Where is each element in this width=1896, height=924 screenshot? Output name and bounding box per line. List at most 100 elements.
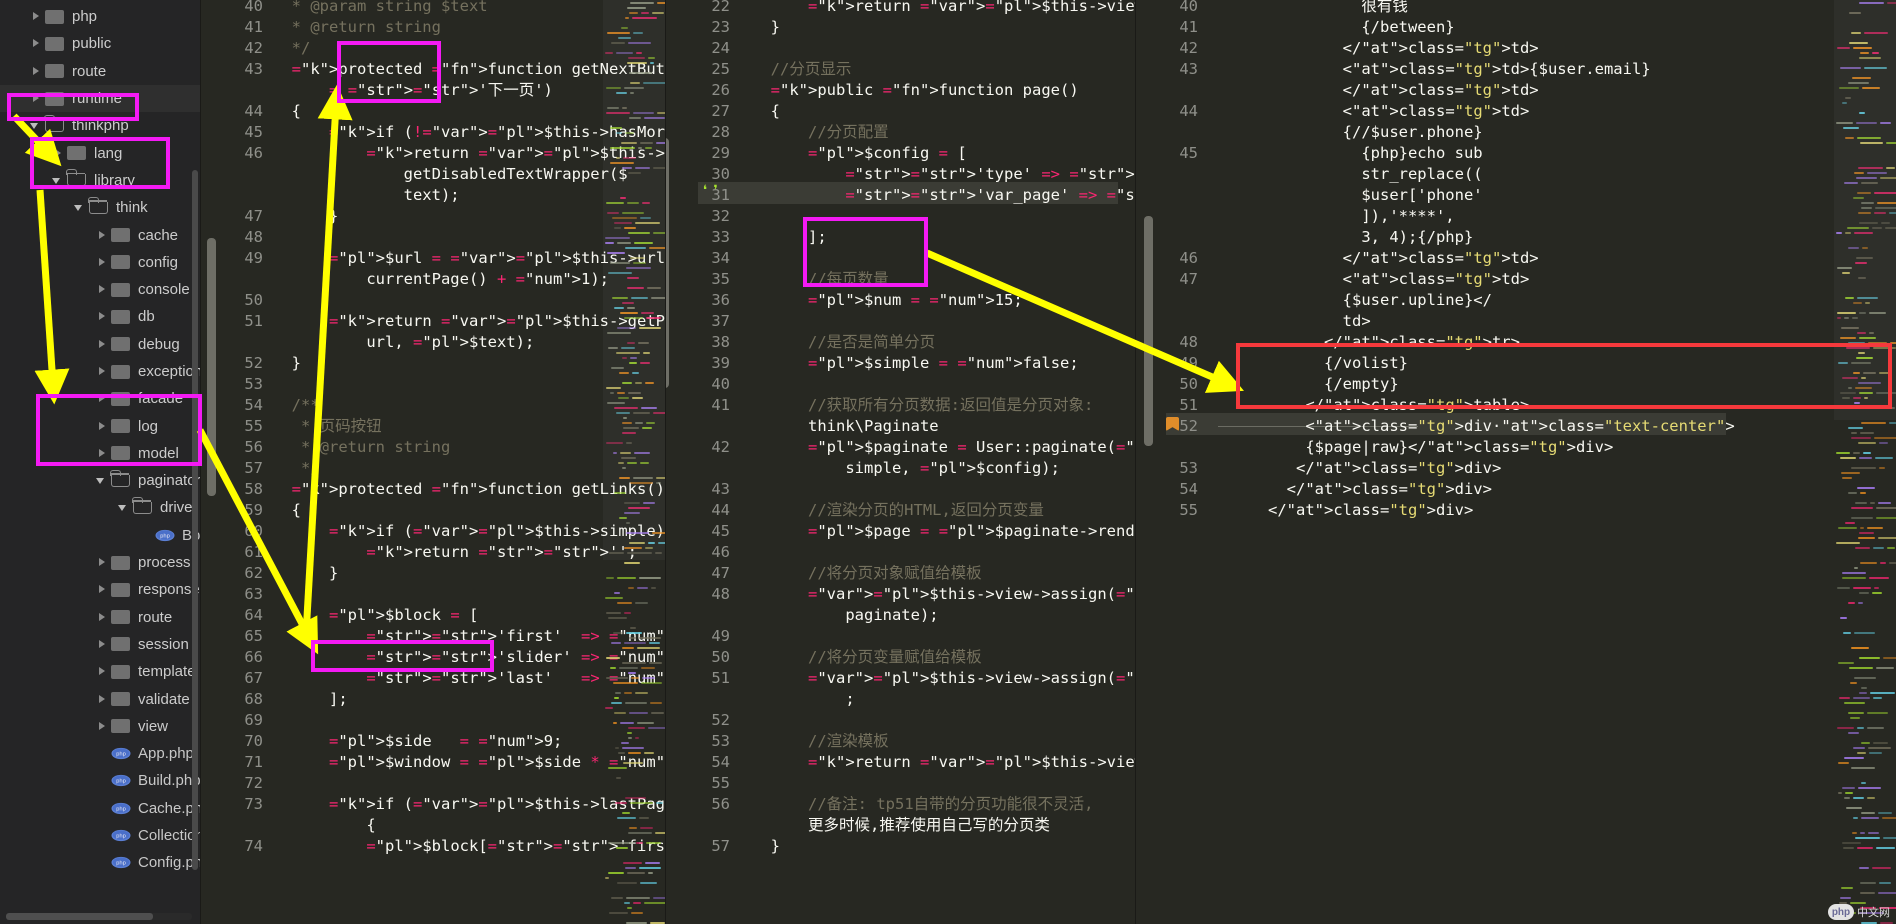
right-pane-scrollbar[interactable] (1144, 216, 1153, 446)
code-line[interactable]: text); (273, 185, 460, 206)
sidebar-item-response[interactable]: response (0, 576, 200, 603)
code-line[interactable]: str_replace(( (1268, 164, 1482, 185)
left-pane-scrollbar[interactable] (207, 238, 216, 496)
chevron-right-icon[interactable] (30, 66, 41, 77)
code-line[interactable]: } (273, 353, 301, 374)
sidebar-item-driver[interactable]: driver (0, 494, 200, 521)
sidebar-item-config[interactable]: config (0, 249, 200, 276)
code-line[interactable]: url, ="pl">$text); (273, 332, 534, 353)
code-line[interactable]: </"at">class="tg">div> (1268, 500, 1473, 521)
sidebar-item-app-php[interactable]: php App.php (0, 740, 200, 767)
code-line[interactable]: 很有钱 (1268, 0, 1408, 17)
sidebar-item-db[interactable]: db (0, 303, 200, 330)
code-line[interactable]: {/between} (1268, 17, 1454, 38)
code-line[interactable]: ="k">return ="var">="pl">$this->view->fe… (752, 752, 1135, 773)
code-line[interactable]: ="var">="pl">$this->view->assign(="str">… (752, 668, 1135, 689)
chevron-right-icon[interactable] (96, 639, 107, 650)
code-line[interactable]: /** (273, 395, 320, 416)
code-line[interactable]: = ="str">="str">'下一页') (273, 80, 553, 101)
sidebar-item-log[interactable]: log (0, 412, 200, 439)
chevron-right-icon[interactable] (96, 584, 107, 595)
code-line[interactable]: paginate); (752, 605, 938, 626)
code-line[interactable]: * 页码按钮 (273, 416, 382, 437)
chevron-right-icon[interactable] (96, 284, 107, 295)
sidebar-item-bootstrap-php[interactable]: phpBootstrap.php (0, 522, 200, 549)
code-line[interactable]: </"at">class="tg">td> (1268, 248, 1539, 269)
code-line[interactable]: //获取所有分页数据:返回值是分页对象: (752, 395, 1093, 416)
code-line[interactable]: {php}echo sub (1268, 143, 1482, 164)
chevron-right-icon[interactable] (96, 393, 107, 404)
code-line[interactable]: ="var">="pl">$this->view->assign(="str">… (752, 584, 1135, 605)
code-line[interactable]: $user['phone' (1268, 185, 1482, 206)
code-line[interactable]: 3, 4);{/php} (1268, 227, 1473, 248)
chevron-down-icon[interactable] (118, 502, 129, 513)
code-line[interactable]: think\Paginate (752, 416, 939, 437)
code-line[interactable]: * @return string (273, 17, 441, 38)
sidebar-item-console[interactable]: console (0, 276, 200, 303)
code-line[interactable]: //将分页变量赋值给模板 (752, 647, 982, 668)
code-line[interactable]: simple, ="pl">$config); (752, 458, 1060, 479)
sidebar-vertical-scrollbar[interactable] (192, 170, 198, 870)
code-line[interactable]: </"at">class="tg">div> (1268, 479, 1492, 500)
code-line[interactable]: } (273, 563, 338, 584)
code-line[interactable]: { (752, 101, 780, 122)
chevron-down-icon[interactable] (74, 202, 85, 213)
middle-pane-scrollbar[interactable] (666, 138, 669, 388)
sidebar-item-collection-php[interactable]: php Collection.php (0, 822, 200, 849)
chevron-right-icon[interactable] (96, 366, 107, 377)
code-line[interactable]: <"at">class="tg">td> (1268, 101, 1530, 122)
code-line[interactable]: ="pl">$page = ="pl">$paginate->render(); (752, 521, 1135, 542)
sidebar-item-route[interactable]: route (0, 58, 200, 85)
code-line[interactable]: td> (1268, 311, 1371, 332)
sidebar-item-cache-php[interactable]: php Cache.php (0, 795, 200, 822)
code-line[interactable]: } (273, 206, 338, 227)
code-line[interactable]: //分页显示 (752, 59, 852, 80)
sidebar-item-cache[interactable]: cache (0, 221, 200, 248)
code-line[interactable]: ="pl">$block = [ (273, 605, 478, 626)
chevron-right-icon[interactable] (96, 311, 107, 322)
sidebar-item-thinkphp[interactable]: thinkphp (0, 112, 200, 139)
code-line[interactable]: </"at">class="tg">div> (1268, 458, 1501, 479)
code-line[interactable]: ="pl">$config = [ (752, 143, 967, 164)
sidebar-file-explorer[interactable]: php public route runtime thinkphp lang library… (0, 0, 200, 924)
editor-pane-left[interactable]: 40 * @param string $text 41 * @return str… (200, 0, 665, 924)
code-line[interactable]: ]),'****', (1268, 206, 1454, 227)
chevron-right-icon[interactable] (96, 666, 107, 677)
code-line[interactable]: {/volist} (1268, 353, 1408, 374)
sidebar-item-public[interactable]: public (0, 30, 200, 57)
code-line[interactable]: {//$user.phone} (1268, 122, 1483, 143)
code-line[interactable]: } (752, 836, 780, 857)
chevron-right-icon[interactable] (96, 257, 107, 268)
minimap-slider[interactable] (1834, 0, 1896, 420)
code-line[interactable]: ="k">public ="fn">function page() (752, 80, 1079, 101)
code-line[interactable]: ="pl">$side = ="num">9; (273, 731, 562, 752)
sidebar-item-runtime[interactable]: runtime (0, 84, 200, 113)
sidebar-item-build-php[interactable]: php Build.php (0, 767, 200, 794)
sidebar-item-config-php[interactable]: php Config.php (0, 849, 200, 876)
sidebar-item-validate[interactable]: validate (0, 685, 200, 712)
code-line[interactable]: */ (273, 458, 320, 479)
code-line[interactable]: * @param string $text (273, 0, 488, 17)
sidebar-item-exception[interactable]: exception (0, 358, 200, 385)
chevron-down-icon[interactable] (96, 475, 107, 486)
file-tree[interactable]: php public route runtime thinkphp lang library… (0, 0, 200, 877)
code-line[interactable]: { (273, 815, 375, 836)
code-line[interactable]: getDisabledTextWrapper($ (273, 164, 628, 185)
code-line[interactable]: {$page|raw}</"at">class="tg">div> (1268, 437, 1613, 458)
code-line[interactable]: ="k">return ="var">="pl">$this->view->fe… (752, 0, 1135, 17)
code-line[interactable]: {$user.upline}</ (1268, 290, 1492, 311)
code-line[interactable]: ="pl">$paginate = User::paginate(="pl">$… (752, 437, 1135, 458)
chevron-right-icon[interactable] (96, 557, 107, 568)
code-line[interactable]: //备注: tp51自带的分页功能很不灵活, (752, 794, 1094, 815)
minimap-left[interactable] (603, 0, 665, 924)
sidebar-item-session[interactable]: session (0, 631, 200, 658)
sidebar-item-library[interactable]: library (0, 167, 200, 194)
editor-pane-right[interactable]: 40 很有钱 41 {/between} 42 </"at">class="tg">… (1135, 0, 1896, 924)
code-line[interactable]: ]; (752, 227, 827, 248)
code-line[interactable]: //分页配置 (752, 122, 889, 143)
code-line[interactable]: //是否是简单分页 (752, 332, 935, 353)
sidebar-item-route[interactable]: route (0, 604, 200, 631)
code-line[interactable]: ="k">return ="str">="str">''; (273, 542, 637, 563)
code-line[interactable]: <"at">class="tg">td> (1268, 269, 1530, 290)
code-line[interactable]: //每页数量 (752, 269, 889, 290)
